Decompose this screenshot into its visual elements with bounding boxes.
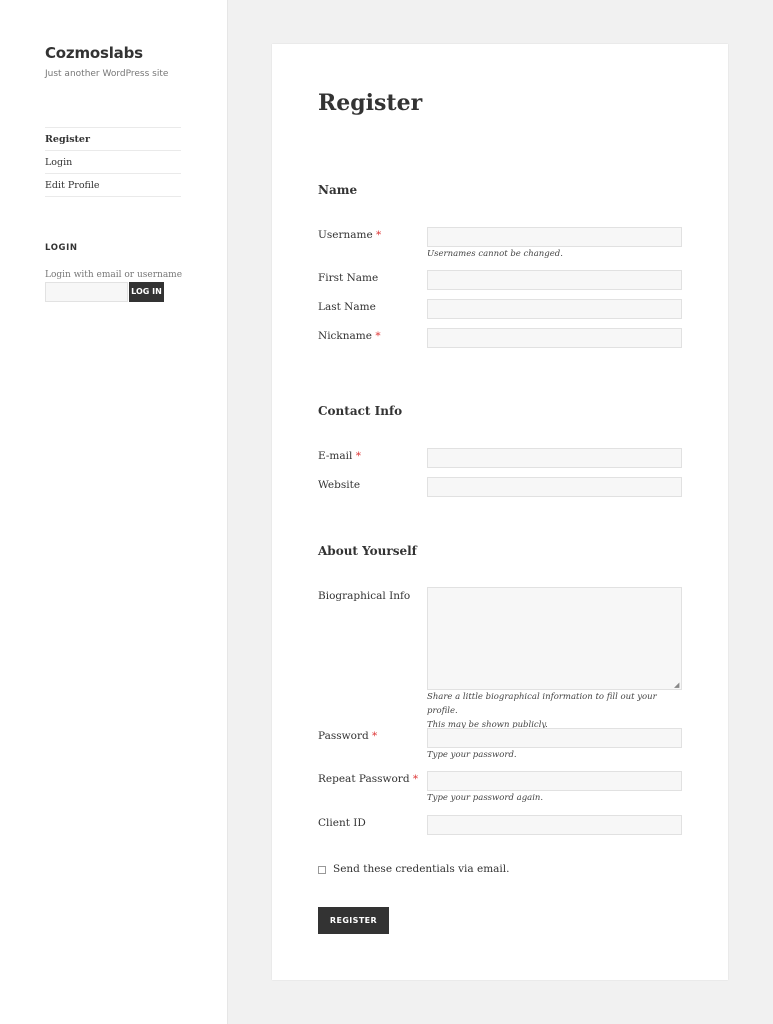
bio-textarea[interactable]: ◢: [427, 587, 682, 690]
username-label-text: Username: [318, 229, 373, 241]
nav-item-label: Register: [45, 134, 90, 145]
email-label-text: E-mail: [318, 450, 353, 462]
nickname-input[interactable]: [427, 328, 682, 348]
login-username-input[interactable]: [45, 282, 128, 302]
last-name-input[interactable]: [427, 299, 682, 319]
send-credentials-label[interactable]: Send these credentials via email.: [333, 863, 509, 875]
repeat-password-label-text: Repeat Password: [318, 773, 410, 785]
nav-item-edit-profile[interactable]: Edit Profile: [45, 174, 181, 197]
site-description: Just another WordPress site: [45, 69, 169, 79]
login-widget-label: Login with email or username: [45, 270, 183, 280]
email-label: E-mail *: [318, 450, 361, 462]
website-input[interactable]: [427, 477, 682, 497]
send-credentials-checkbox[interactable]: [318, 866, 326, 874]
register-form-card: Register Name Username * Usernames canno…: [272, 44, 728, 980]
resize-handle-icon[interactable]: ◢: [674, 682, 680, 689]
repeat-password-label: Repeat Password *: [318, 773, 418, 785]
login-button[interactable]: LOG IN: [129, 282, 164, 302]
last-name-label: Last Name: [318, 301, 376, 313]
required-marker: *: [412, 773, 419, 785]
repeat-password-hint: Type your password again.: [427, 793, 544, 803]
email-input[interactable]: [427, 448, 682, 468]
page-title: Register: [318, 90, 423, 116]
required-marker: *: [376, 229, 382, 241]
password-label: Password *: [318, 730, 377, 742]
nickname-label: Nickname *: [318, 330, 381, 342]
username-input[interactable]: [427, 227, 682, 247]
password-label-text: Password: [318, 730, 369, 742]
nav-item-label: Login: [45, 157, 73, 168]
bio-label: Biographical Info: [318, 590, 411, 602]
username-hint: Usernames cannot be changed.: [427, 249, 563, 259]
login-widget-title: LOGIN: [45, 243, 78, 253]
section-title-contact: Contact Info: [318, 404, 403, 418]
nav-item-label: Edit Profile: [45, 180, 100, 191]
required-marker: *: [372, 730, 378, 742]
main-navigation: Register Login Edit Profile: [45, 127, 181, 197]
client-id-input[interactable]: [427, 815, 682, 835]
bio-hint: Share a little biographical information …: [427, 690, 687, 732]
sidebar: Cozmoslabs Just another WordPress site R…: [0, 0, 228, 1024]
first-name-input[interactable]: [427, 270, 682, 290]
repeat-password-input[interactable]: [427, 771, 682, 791]
username-label: Username *: [318, 229, 381, 241]
website-label: Website: [318, 479, 361, 491]
nav-item-login[interactable]: Login: [45, 151, 181, 174]
first-name-label: First Name: [318, 272, 379, 284]
section-title-name: Name: [318, 183, 358, 197]
nav-item-register[interactable]: Register: [45, 128, 181, 151]
site-title[interactable]: Cozmoslabs: [45, 44, 143, 62]
bio-hint-line-1: Share a little biographical information …: [427, 692, 657, 716]
section-title-about: About Yourself: [318, 544, 417, 558]
register-button[interactable]: REGISTER: [318, 907, 389, 934]
password-input[interactable]: [427, 728, 682, 748]
required-marker: *: [355, 450, 361, 462]
client-id-label: Client ID: [318, 817, 366, 829]
required-marker: *: [375, 330, 381, 342]
nickname-label-text: Nickname: [318, 330, 372, 342]
password-hint: Type your password.: [427, 750, 517, 760]
